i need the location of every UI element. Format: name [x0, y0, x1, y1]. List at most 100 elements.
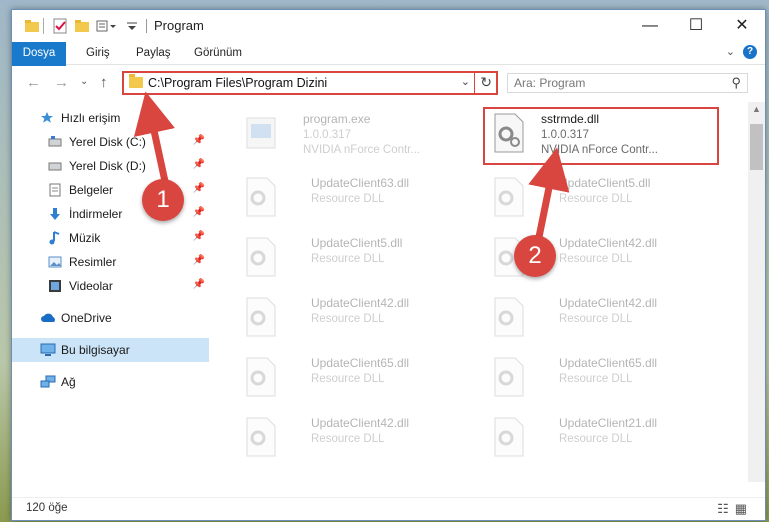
title-separator	[146, 19, 147, 33]
file-name: UpdateClient5.dll	[311, 236, 403, 250]
sidebar-item-this-pc[interactable]: Bu bilgisayar	[12, 338, 209, 362]
network-icon	[40, 375, 56, 388]
tab-home[interactable]: Giriş	[86, 42, 110, 64]
minimize-button[interactable]: —	[627, 10, 673, 42]
tab-view[interactable]: Görünüm	[194, 42, 242, 64]
file-item-program-exe[interactable]: program.exe 1.0.0.317 NVIDIA nForce Cont…	[239, 108, 469, 158]
pin-icon[interactable]: 📌	[193, 159, 205, 170]
dll-file-icon	[494, 177, 524, 217]
search-box[interactable]: Ara: Program ⚲	[507, 73, 748, 93]
drive-icon	[48, 162, 62, 171]
dll-file-icon	[246, 417, 276, 457]
recent-locations-icon[interactable]: ⌄	[80, 76, 88, 87]
file-item[interactable]: UpdateClient5.dll Resource DLL	[239, 232, 469, 282]
file-type: Resource DLL	[311, 433, 385, 445]
status-bar: 120 öğe ☷▦	[12, 497, 765, 520]
sidebar-item-label: OneDrive	[61, 311, 112, 325]
file-version: 1.0.0.317	[303, 129, 351, 141]
file-item[interactable]: UpdateClient65.dll Resource DLL	[239, 352, 469, 402]
file-type: Resource DLL	[559, 313, 633, 325]
view-options-icon[interactable]	[96, 18, 118, 34]
file-highlight-box	[483, 107, 719, 165]
star-icon	[41, 112, 53, 123]
forward-arrow-icon[interactable]: →	[54, 74, 69, 91]
sidebar-item-label: İndirmeler	[69, 207, 123, 221]
title-bar: Program — ☐ ✕	[12, 10, 765, 42]
file-type: Resource DLL	[311, 373, 385, 385]
sidebar-item-pictures[interactable]: Resimler 📌	[12, 250, 209, 274]
customize-toolbar-icon[interactable]	[124, 18, 140, 34]
address-bar[interactable]: C:\Program Files\Program Dizini ⌄ ↻	[122, 71, 498, 95]
up-arrow-icon[interactable]: ↑	[100, 74, 108, 91]
file-type: Resource DLL	[311, 313, 385, 325]
dll-file-icon	[246, 357, 276, 397]
pin-icon[interactable]: 📌	[193, 135, 205, 146]
properties-icon[interactable]	[52, 18, 68, 34]
file-name: UpdateClient42.dll	[559, 236, 658, 250]
scrollbar-thumb[interactable]	[750, 124, 763, 170]
dll-file-icon	[494, 297, 524, 337]
item-count: 120 öğe	[26, 502, 68, 514]
file-item[interactable]: UpdateClient5.dll Resource DLL	[487, 172, 717, 222]
drive-icon	[48, 136, 62, 147]
sidebar-item-onedrive[interactable]: OneDrive	[12, 306, 209, 330]
scroll-up-icon[interactable]: ▲	[752, 104, 761, 114]
file-name: UpdateClient5.dll	[559, 176, 651, 190]
dll-file-icon	[494, 417, 524, 457]
sidebar-item-disk-c[interactable]: Yerel Disk (C:) 📌	[12, 130, 209, 154]
callout-badge-1: 1	[142, 179, 184, 221]
exe-file-icon	[246, 117, 276, 149]
sidebar-item-label: Bu bilgisayar	[61, 343, 130, 357]
sidebar-item-label: Yerel Disk (D:)	[69, 159, 146, 173]
navigation-pane: Hızlı erişim Yerel Disk (C:) 📌 Yerel Dis…	[12, 102, 210, 482]
maximize-button[interactable]: ☐	[673, 10, 719, 42]
sidebar-item-disk-d[interactable]: Yerel Disk (D:) 📌	[12, 154, 209, 178]
file-item[interactable]: UpdateClient42.dll Resource DLL	[487, 292, 717, 342]
sidebar-item-quick-access[interactable]: Hızlı erişim	[12, 106, 209, 130]
address-path[interactable]: C:\Program Files\Program Dizini	[148, 76, 327, 90]
sidebar-item-network[interactable]: Ağ	[12, 370, 209, 394]
file-name: program.exe	[303, 112, 371, 126]
sidebar-item-label: Videolar	[69, 279, 113, 293]
ribbon-tabs: Dosya Giriş Paylaş Görünüm ⌄ ?	[12, 42, 765, 92]
back-arrow-icon[interactable]: ←	[26, 74, 41, 91]
search-input[interactable]: Ara: Program	[514, 76, 585, 90]
tab-share[interactable]: Paylaş	[136, 42, 171, 64]
search-icon[interactable]: ⚲	[731, 75, 741, 91]
pin-icon[interactable]: 📌	[193, 231, 205, 242]
chevron-down-icon[interactable]: ⌄	[461, 75, 470, 88]
video-icon	[49, 280, 61, 292]
pin-icon[interactable]: 📌	[193, 207, 205, 218]
sidebar-item-videos[interactable]: Videolar 📌	[12, 274, 209, 298]
view-toggle-icons[interactable]: ☷▦	[717, 501, 753, 517]
file-name: UpdateClient63.dll	[311, 176, 410, 190]
file-list: program.exe 1.0.0.317 NVIDIA nForce Cont…	[211, 102, 741, 482]
file-name: UpdateClient42.dll	[559, 296, 658, 310]
file-name: UpdateClient65.dll	[559, 356, 658, 370]
file-item[interactable]: UpdateClient21.dll Resource DLL	[487, 412, 717, 462]
pin-icon[interactable]: 📌	[193, 279, 205, 290]
pin-icon[interactable]: 📌	[193, 183, 205, 194]
chevron-down-icon[interactable]: ⌄	[726, 45, 735, 58]
refresh-icon[interactable]: ↻	[480, 74, 492, 91]
pin-icon[interactable]: 📌	[193, 255, 205, 266]
vertical-scrollbar[interactable]: ▲	[748, 102, 765, 482]
file-name: UpdateClient65.dll	[311, 356, 410, 370]
sidebar-item-label: Hızlı erişim	[61, 111, 121, 125]
help-icon[interactable]: ?	[743, 45, 757, 59]
address-divider	[474, 73, 475, 93]
sidebar-item-label: Belgeler	[69, 183, 114, 197]
close-button[interactable]: ✕	[719, 10, 765, 42]
file-item[interactable]: UpdateClient65.dll Resource DLL	[487, 352, 717, 402]
sidebar-item-label: Müzik	[69, 231, 101, 245]
file-item[interactable]: UpdateClient42.dll Resource DLL	[239, 412, 469, 462]
file-item[interactable]: UpdateClient42.dll Resource DLL	[239, 292, 469, 342]
file-type: Resource DLL	[559, 373, 633, 385]
new-folder-icon[interactable]	[74, 18, 90, 34]
dll-file-icon	[246, 177, 276, 217]
dll-file-icon	[246, 237, 276, 277]
file-item[interactable]: UpdateClient63.dll Resource DLL	[239, 172, 469, 222]
sidebar-item-music[interactable]: Müzik 📌	[12, 226, 209, 250]
music-icon	[49, 231, 60, 245]
pictures-icon	[48, 256, 62, 268]
